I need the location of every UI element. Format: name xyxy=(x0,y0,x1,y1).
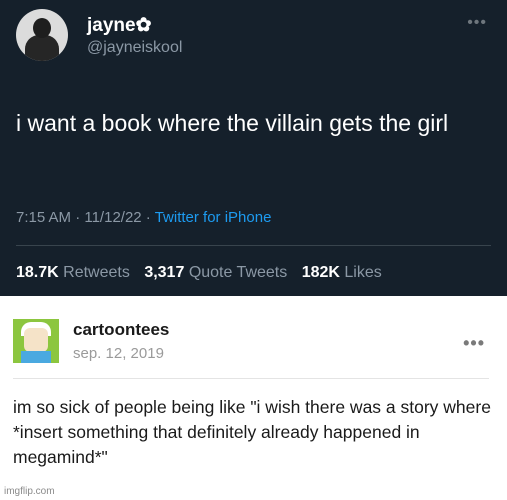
post-more-options-icon[interactable]: ••• xyxy=(463,333,485,354)
retweets-stat[interactable]: 18.7K Retweets xyxy=(16,264,130,281)
post-username[interactable]: cartoontees xyxy=(73,320,169,340)
tweet-timestamp[interactable]: 7:15 AM · 11/12/22 · xyxy=(16,209,155,226)
retweets-label: Retweets xyxy=(63,264,130,281)
tweet-stats: 18.7K Retweets 3,317 Quote Tweets 182K L… xyxy=(16,264,382,282)
quote-tweets-count: 3,317 xyxy=(144,264,185,281)
post-text: im so sick of people being like "i wish … xyxy=(13,397,491,467)
post-date: sep. 12, 2019 xyxy=(73,345,164,362)
tweet-meta: 7:15 AM · 11/12/22 · Twitter for iPhone xyxy=(16,209,271,226)
avatar-shirt-shape xyxy=(21,351,51,363)
tweet-text: i want a book where the villain gets the… xyxy=(16,110,449,136)
tweet-handle[interactable]: @jayneiskool xyxy=(87,39,182,57)
more-options-icon[interactable]: ••• xyxy=(467,14,487,32)
likes-count: 182K xyxy=(301,264,340,281)
tweet-divider xyxy=(16,245,491,246)
avatar-face-shape xyxy=(24,328,48,352)
likes-stat[interactable]: 182K Likes xyxy=(302,264,382,281)
tweet-card: jayne✿ @jayneiskool ••• i want a book wh… xyxy=(0,0,507,296)
tweet-display-name[interactable]: jayne✿ xyxy=(87,14,152,37)
avatar-head-shape xyxy=(33,18,51,38)
likes-label: Likes xyxy=(344,264,382,281)
quote-tweets-label: Quote Tweets xyxy=(188,264,288,281)
avatar-body-shape xyxy=(25,35,59,61)
cartoon-character-avatar-icon[interactable] xyxy=(13,319,59,363)
quote-tweets-stat[interactable]: 3,317 Quote Tweets xyxy=(144,264,287,281)
imgflip-watermark: imgflip.com xyxy=(4,486,55,497)
tweet-source-link[interactable]: Twitter for iPhone xyxy=(155,209,272,226)
post-divider xyxy=(13,378,489,379)
tumblr-post: cartoontees sep. 12, 2019 ••• im so sick… xyxy=(0,300,507,500)
tweet-avatar[interactable] xyxy=(16,9,68,61)
retweets-count: 18.7K xyxy=(16,264,59,281)
